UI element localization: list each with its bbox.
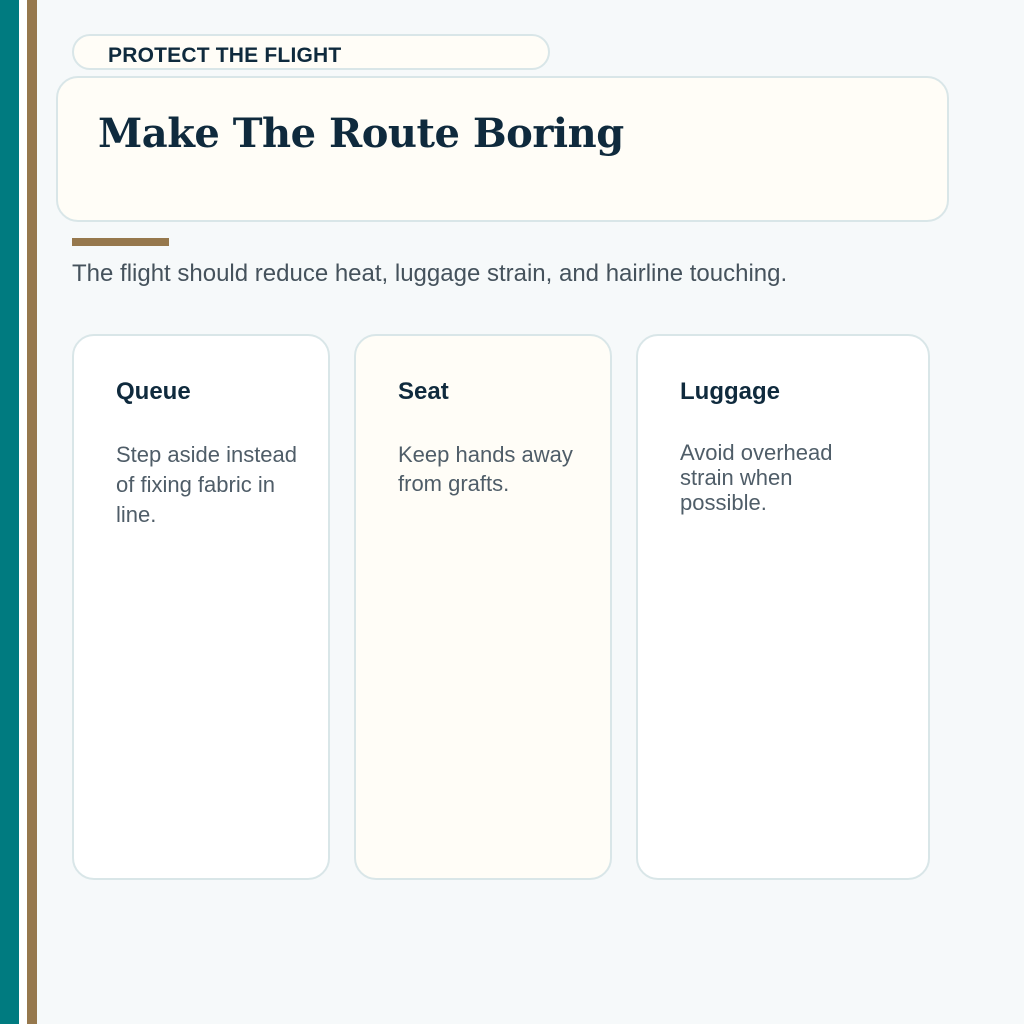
page-title: Make The Route Boring: [98, 110, 624, 157]
accent-rule: [72, 238, 169, 246]
card-title: Queue: [116, 378, 191, 405]
card-body: Avoid overhead strain when possible.: [680, 440, 833, 515]
card-title: Seat: [398, 378, 449, 405]
page-subtitle: The flight should reduce heat, luggage s…: [72, 260, 788, 287]
card-seat: Seat Keep hands away from grafts.: [354, 334, 612, 880]
eyebrow-pill: PROTECT THE FLIGHT: [72, 34, 550, 70]
card-body: Step aside instead of fixing fabric in l…: [116, 442, 298, 527]
left-brown-stripe: [27, 0, 37, 1024]
eyebrow-label: PROTECT THE FLIGHT: [108, 44, 342, 67]
card-luggage: Luggage Avoid overhead strain when possi…: [636, 334, 930, 880]
left-teal-stripe: [0, 0, 19, 1024]
title-card: Make The Route Boring: [56, 76, 949, 222]
card-body: Keep hands away from grafts.: [398, 442, 573, 496]
card-queue: Queue Step aside instead of fixing fabri…: [72, 334, 330, 880]
card-title: Luggage: [680, 378, 780, 405]
left-white-stripe: [19, 0, 27, 1024]
